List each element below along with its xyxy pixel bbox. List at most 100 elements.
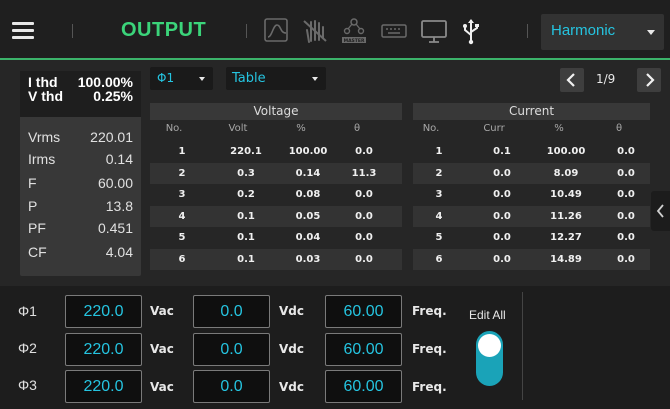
power-label: P: [28, 198, 38, 214]
voltage-cell: 0.1: [237, 232, 255, 243]
phase2-vdc-input[interactable]: 0.0: [193, 333, 270, 366]
no-touch-icon[interactable]: [300, 16, 330, 46]
current-cell: 1: [435, 146, 443, 157]
current-cell: 0.0: [617, 232, 635, 243]
monitor-icon[interactable]: [419, 16, 449, 46]
chevron-right-icon: [646, 73, 655, 87]
cf-row: CF 4.04: [28, 241, 133, 263]
voltage-cell: 0.0: [355, 254, 373, 265]
phase1-vdc-input[interactable]: 0.0: [193, 295, 270, 328]
ithd-label: I thd: [28, 74, 58, 90]
voltage-cell: 0.03: [295, 254, 321, 265]
current-cell: 0.0: [617, 189, 635, 200]
power-value: 13.8: [105, 198, 133, 214]
current-cell: 0.0: [493, 168, 511, 179]
view-select-value: Table: [232, 71, 266, 86]
keyboard-icon[interactable]: [379, 16, 409, 46]
vrms-row: Vrms 220.01: [28, 126, 133, 148]
side-panel-toggle[interactable]: [651, 191, 670, 231]
next-page-button[interactable]: [637, 68, 661, 92]
phase3-freq-input[interactable]: 60.00: [325, 370, 402, 403]
prev-page-button[interactable]: [560, 68, 584, 92]
page-title: OUTPUT: [121, 19, 207, 41]
voltage-cell: 0.1: [237, 254, 255, 265]
pf-label: PF: [28, 220, 46, 236]
phase-select[interactable]: Φ1: [150, 67, 213, 90]
current-cell: 0.0: [617, 146, 635, 157]
cf-label: CF: [28, 244, 47, 260]
voltage-cell: 3: [178, 189, 186, 200]
current-cell: 5: [435, 232, 443, 243]
voltage-cell: 0.3: [237, 168, 255, 179]
phase2-vac-input[interactable]: 220.0: [65, 333, 142, 366]
menu-icon[interactable]: [10, 14, 44, 46]
pf-row: PF 0.451: [28, 217, 133, 239]
voltage-cell: 0.04: [295, 232, 321, 243]
current-cell: 0.0: [493, 211, 511, 222]
voltage-cell: 0.0: [355, 211, 373, 222]
voltage-cell: 220.1: [230, 146, 262, 157]
harmonic-select[interactable]: Harmonic: [541, 14, 664, 50]
vrms-label: Vrms: [28, 129, 61, 145]
toolbar-separator: [527, 24, 528, 38]
current-column-header: %: [554, 123, 564, 134]
voltage-cell: 2: [178, 168, 186, 179]
waveform-icon[interactable]: [262, 16, 292, 46]
voltage-cell: 0.14: [295, 168, 321, 179]
cf-value: 4.04: [105, 244, 133, 260]
current-cell: 12.27: [550, 232, 582, 243]
phase3-label: Φ3: [18, 377, 37, 393]
voltage-column-header: Volt: [228, 123, 248, 134]
harmonic-select-value: Harmonic: [551, 22, 616, 39]
phase1-vac-unit: Vac: [150, 304, 174, 318]
current-cell: 0.0: [617, 168, 635, 179]
toolbar-separator: [72, 24, 73, 38]
current-cell: 4: [435, 211, 443, 222]
voltage-table-title: Voltage: [150, 103, 402, 120]
edit-all-label: Edit All: [469, 308, 506, 322]
voltage-column-header: θ: [353, 123, 361, 134]
phase2-freq-input[interactable]: 60.00: [325, 333, 402, 366]
current-cell: 11.26: [550, 211, 582, 222]
chevron-down-icon: [647, 30, 655, 35]
ithd-row: I thd 100.00%: [28, 71, 133, 93]
measurement-panel: V thd 0.25% I thd 100.00% Vrms 220.01 Ir…: [20, 71, 141, 276]
chevron-left-icon: [656, 204, 664, 218]
vrms-value: 220.01: [90, 129, 133, 145]
voltage-cell: 0.2: [237, 189, 255, 200]
chevron-down-icon: [312, 77, 318, 81]
current-cell: 0.0: [617, 254, 635, 265]
page-indicator: 1/9: [596, 72, 616, 86]
voltage-cell: 0.05: [295, 211, 321, 222]
current-cell: 2: [435, 168, 443, 179]
phase2-freq-unit: Freq.: [412, 342, 447, 356]
current-cell: 0.0: [617, 211, 635, 222]
current-cell: 8.09: [553, 168, 579, 179]
phase2-vdc-unit: Vdc: [279, 342, 304, 356]
current-cell: 100.00: [546, 146, 586, 157]
power-row: P 13.8: [28, 195, 133, 217]
phase3-vac-input[interactable]: 220.0: [65, 370, 142, 403]
master-icon[interactable]: MASTER: [339, 16, 369, 46]
edit-all-toggle[interactable]: [476, 331, 503, 386]
current-cell: 0.0: [493, 189, 511, 200]
chevron-down-icon: [199, 77, 205, 81]
voltage-cell: 6: [178, 254, 186, 265]
phase1-freq-unit: Freq.: [412, 304, 447, 318]
ithd-value: 100.00%: [77, 74, 133, 90]
view-select[interactable]: Table: [226, 67, 326, 90]
phase1-freq-input[interactable]: 60.00: [325, 295, 402, 328]
phase-select-value: Φ1: [157, 71, 175, 85]
frequency-value: 60.00: [97, 175, 133, 191]
toggle-knob: [478, 334, 501, 357]
current-cell: 10.49: [550, 189, 582, 200]
toolbar-separator: [246, 24, 247, 38]
phase2-label: Φ2: [18, 340, 37, 356]
usb-icon[interactable]: [456, 16, 486, 46]
phase3-vdc-input[interactable]: 0.0: [193, 370, 270, 403]
phase3-freq-unit: Freq.: [412, 380, 447, 394]
voltage-cell: 0.08: [295, 189, 321, 200]
current-column-header: θ: [615, 123, 623, 134]
voltage-cell: 0.1: [237, 211, 255, 222]
phase1-vac-input[interactable]: 220.0: [65, 295, 142, 328]
